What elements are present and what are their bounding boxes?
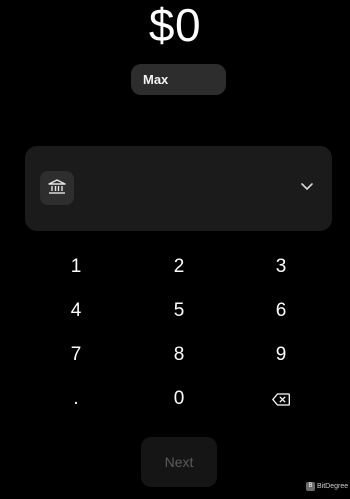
max-button[interactable]: Max xyxy=(131,64,226,95)
key-6[interactable]: 6 xyxy=(251,293,311,329)
key-3[interactable]: 3 xyxy=(251,249,311,285)
key-1[interactable]: 1 xyxy=(46,249,106,285)
bank-icon xyxy=(40,171,74,205)
account-select[interactable] xyxy=(25,146,332,231)
key-7[interactable]: 7 xyxy=(46,337,106,373)
withdraw-screen: $0 Max 1 2 3 4 5 6 7 8 9 . 0 Next B BitD… xyxy=(0,0,350,499)
watermark-text: BitDegree xyxy=(317,483,349,490)
key-5[interactable]: 5 xyxy=(149,293,209,329)
backspace-button[interactable] xyxy=(251,381,311,417)
watermark-badge: B xyxy=(306,482,315,491)
watermark: B BitDegree xyxy=(306,482,348,491)
chevron-down-icon[interactable] xyxy=(300,182,314,191)
key-2[interactable]: 2 xyxy=(149,249,209,285)
key-0[interactable]: 0 xyxy=(149,381,209,417)
backspace-icon xyxy=(272,392,290,406)
key-8[interactable]: 8 xyxy=(149,337,209,373)
next-button[interactable]: Next xyxy=(141,437,217,487)
key-4[interactable]: 4 xyxy=(46,293,106,329)
amount-display: $0 xyxy=(148,0,202,51)
key-decimal[interactable]: . xyxy=(46,381,106,417)
key-9[interactable]: 9 xyxy=(251,337,311,373)
